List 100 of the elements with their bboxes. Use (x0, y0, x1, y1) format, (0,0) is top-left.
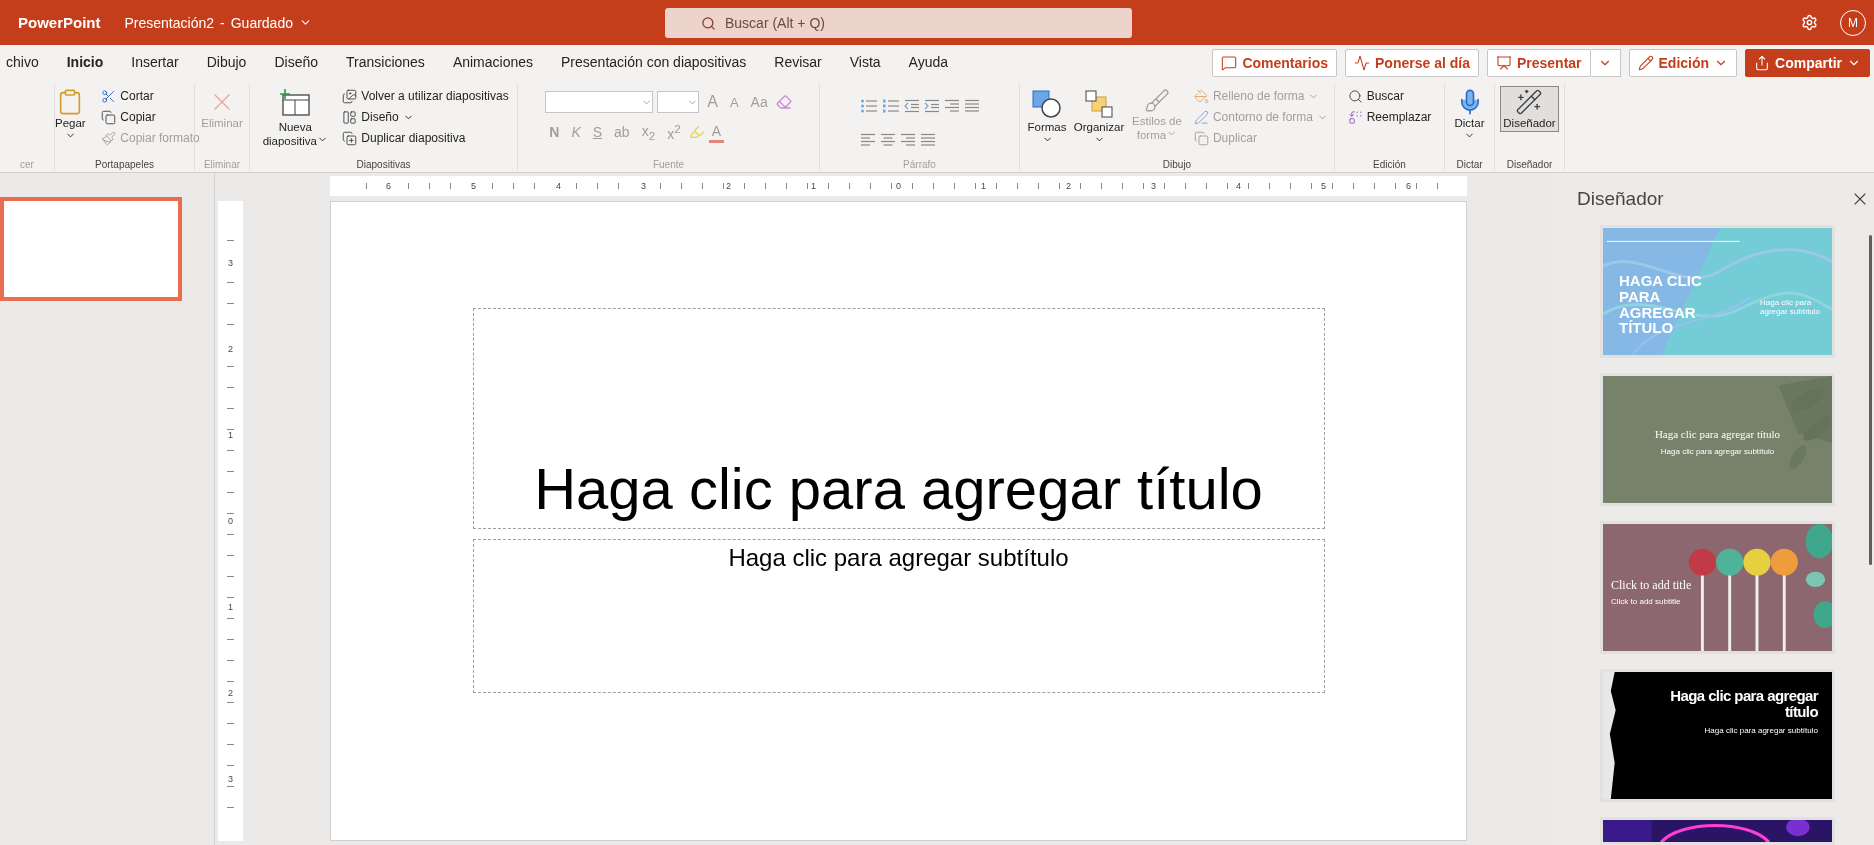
font-size-field[interactable] (657, 91, 700, 113)
group-label: Eliminar (203, 159, 241, 170)
ribbon-item[interactable]: Duplicar diapositiva (340, 128, 511, 148)
ribbon-item[interactable]: Diseño (340, 107, 511, 127)
ruler-number: 3 (226, 774, 235, 784)
action-button[interactable]: Ponerse al día (1345, 48, 1479, 77)
ruler-number: 2 (226, 344, 235, 354)
action-button[interactable]: Comentarios (1212, 48, 1337, 77)
ruler-number: 2 (1064, 181, 1073, 191)
ruler-number: 2 (226, 688, 235, 698)
ruler-number: 1 (809, 181, 818, 191)
ruler-number: 1 (979, 181, 988, 191)
ribbon-item[interactable]: Buscar (1345, 86, 1434, 106)
ribbon-tab[interactable]: Revisar (760, 53, 836, 72)
ruler-number: 3 (639, 181, 648, 191)
copy-icon (101, 109, 117, 125)
design-option[interactable]: Haga clic para agregar título Haga clic para agregar subtítulo (1600, 373, 1835, 506)
action-button[interactable]: Edición (1628, 48, 1738, 77)
action-button[interactable]: Compartir (1745, 48, 1870, 77)
ribbon-button[interactable]: Organizar (1076, 86, 1122, 150)
decrease-indent-icon[interactable] (903, 99, 920, 113)
ruler-number: 0 (894, 181, 903, 191)
ribbon-item[interactable]: Reemplazar (1345, 107, 1434, 127)
ribbon-tab[interactable]: Insertar (117, 53, 193, 72)
magic-wand-icon (1515, 88, 1544, 116)
ruler-number: 5 (1319, 181, 1328, 191)
ribbon-item[interactable]: Volver a utilizar diapositivas (340, 86, 511, 106)
ribbon-button[interactable]: Nueva diapositiva (256, 86, 335, 150)
scrollbar[interactable] (1869, 235, 1872, 565)
design-title: Haga clic para agregar título (1654, 429, 1781, 441)
justify-icon[interactable] (919, 133, 936, 147)
ruler-number: 5 (469, 181, 478, 191)
shape-style-icon (1143, 88, 1170, 114)
group-label: Dictar (1456, 159, 1483, 170)
ruler-number: 6 (1404, 181, 1413, 191)
ruler-number: 1 (226, 430, 235, 440)
ribbon-tab[interactable]: Transiciones (332, 53, 439, 72)
dropdown-button[interactable] (1590, 48, 1621, 77)
ribbon-tab[interactable]: Inicio (52, 53, 118, 72)
ribbon-button[interactable]: Formas (1024, 86, 1070, 150)
paintbrush-icon (101, 130, 117, 146)
font-name-field[interactable] (545, 91, 654, 113)
ribbon-item[interactable]: Copiar (99, 107, 202, 127)
ribbon-tab[interactable]: Animaciones (438, 53, 548, 72)
increase-indent-icon[interactable] (923, 99, 940, 113)
pane-title: Diseñador (1577, 188, 1664, 210)
design-option[interactable]: Haga clic para agregar título Haga clic para agregar subtítulo (1600, 669, 1835, 802)
design-title: Haga clic para agregar título (1669, 688, 1818, 720)
group-label: Dibujo (1162, 159, 1192, 170)
pencil-icon (1637, 54, 1654, 71)
slide-title: Haga clic para agregar título (534, 455, 1263, 523)
search-icon (701, 15, 716, 31)
document-title[interactable]: Presentación2 - Guardado (124, 14, 312, 31)
numbering-icon[interactable] (881, 99, 900, 113)
align-center-icon[interactable] (879, 133, 896, 147)
design-title: HAGA CLIC PARA AGREGAR TÍTULO (1619, 273, 1703, 336)
arrange-icon (1083, 88, 1115, 120)
bullets-icon[interactable] (859, 99, 878, 113)
comment-icon (1221, 54, 1238, 71)
presenter-icon (1495, 54, 1512, 71)
ribbon-tab[interactable]: chivo (0, 53, 53, 72)
group-label: Fuente (652, 159, 685, 170)
group-label: Portapapeles (95, 159, 154, 170)
eraser-icon[interactable] (775, 94, 792, 110)
title-placeholder[interactable]: Haga clic para agregar título (472, 308, 1325, 529)
pen-icon (1193, 109, 1209, 125)
paint-bucket-icon (1193, 88, 1209, 104)
settings-icon[interactable] (1801, 14, 1818, 31)
ribbon-item[interactable]: Cortar (99, 86, 202, 106)
align-right-icon[interactable] (899, 133, 916, 147)
ruler-number: 2 (724, 181, 733, 191)
ruler-number: 4 (1234, 181, 1243, 191)
ribbon-button[interactable]: Dictar (1446, 86, 1493, 146)
duplicate-icon (1193, 130, 1209, 146)
ribbon-button[interactable]: Pegar (47, 86, 94, 146)
ruler-number: 6 (384, 181, 393, 191)
design-option[interactable]: Click to add title Click to add subtitle (1600, 521, 1835, 654)
align-left-icon[interactable] (859, 133, 876, 147)
slide-canvas[interactable]: Haga clic para agregar título Haga clic para agregar subtítulo (330, 201, 1467, 841)
ruler-number: 1 (226, 602, 235, 612)
ribbon-button[interactable]: Diseñador (1500, 86, 1559, 132)
ribbon-tab[interactable]: Diseño (260, 53, 332, 72)
shapes-icon (1031, 88, 1063, 120)
group-label: cer (20, 159, 34, 170)
ribbon-tab[interactable]: Dibujo (192, 53, 261, 72)
search-field[interactable]: Buscar (Alt + Q) (665, 7, 1132, 38)
subtitle-placeholder[interactable]: Haga clic para agregar subtítulo (472, 539, 1325, 693)
ribbon-tab[interactable]: Ayuda (894, 53, 963, 72)
slide-thumbnail[interactable] (0, 197, 182, 301)
action-button[interactable]: Presentar (1486, 48, 1591, 77)
text-direction-icon[interactable] (963, 99, 980, 113)
reuse-slides-icon (342, 88, 358, 104)
line-spacing-icon[interactable] (943, 99, 960, 113)
share-icon (1754, 54, 1771, 71)
ribbon-tab[interactable]: Presentación con diapositivas (547, 53, 761, 72)
ruler-number: 3 (226, 258, 235, 268)
design-subtitle: Haga clic para agregar subtítulo (1660, 446, 1775, 456)
group-label: Párrafo (903, 159, 936, 170)
ribbon-tab[interactable]: Vista (835, 53, 895, 72)
layout-icon (342, 109, 358, 125)
